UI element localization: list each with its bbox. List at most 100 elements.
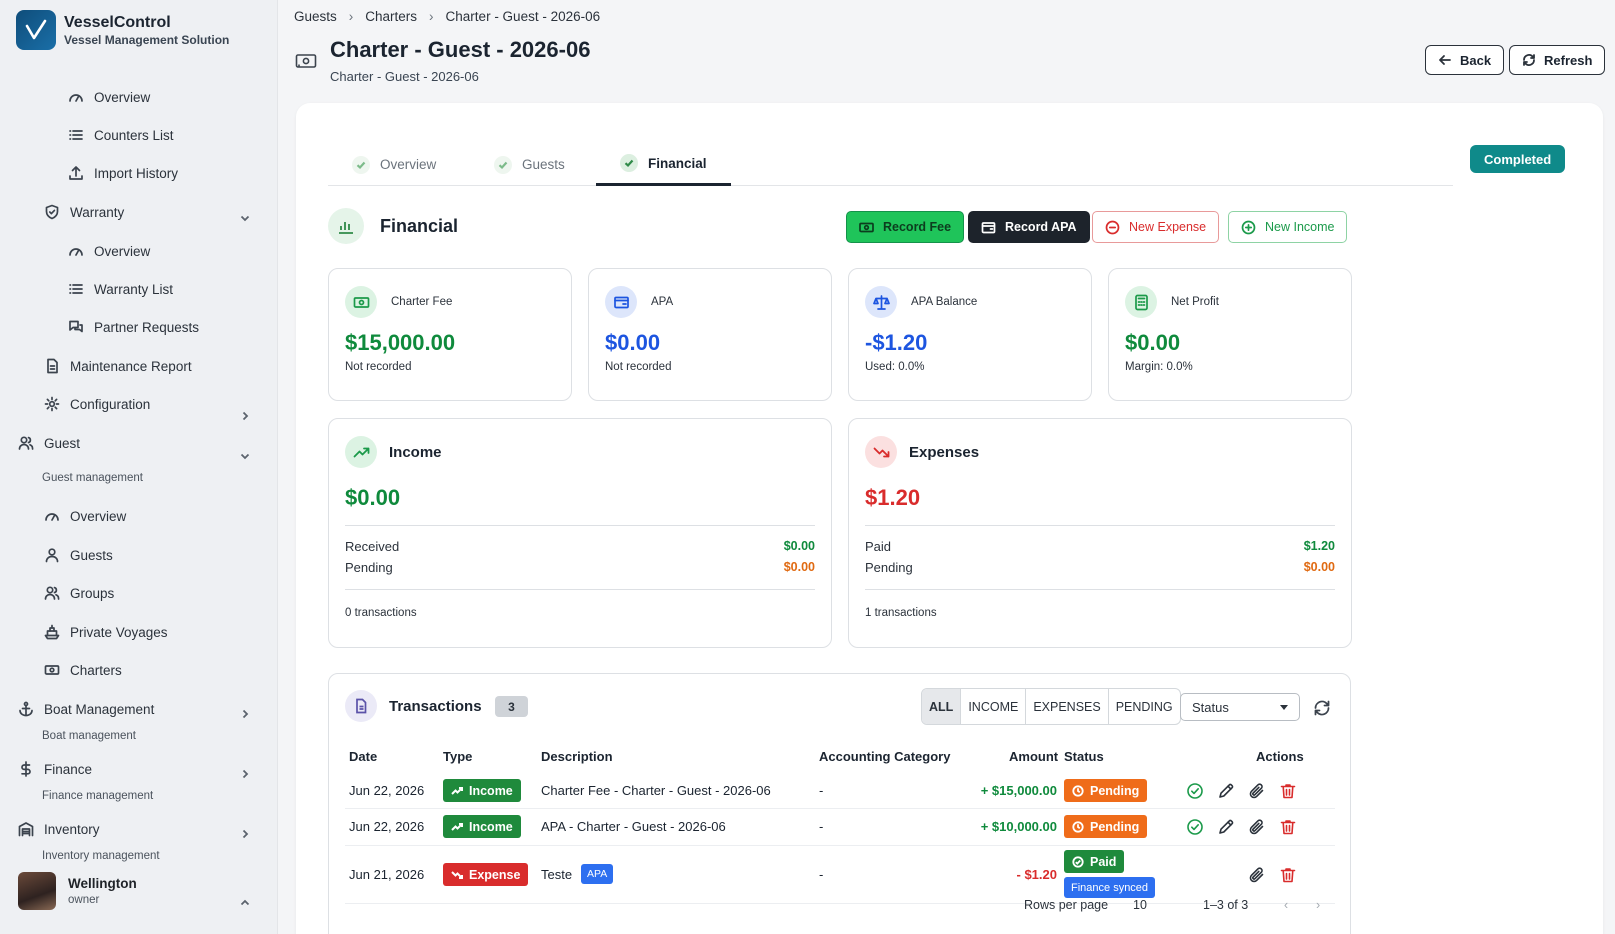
column-header-amount[interactable]: Amount <box>1009 749 1058 764</box>
table-row[interactable]: Jun 22, 2026 Income APA - Charter - Gues… <box>345 809 1335 846</box>
expenses-label: Expenses <box>909 444 980 461</box>
refresh-button-label: Refresh <box>1544 52 1593 68</box>
sidebar-item-guest-overview[interactable]: Overview <box>44 508 126 524</box>
column-header-type[interactable]: Type <box>443 749 472 764</box>
row-category: - <box>819 819 824 834</box>
chevron-right-icon[interactable] <box>239 768 251 780</box>
trend-up-icon <box>451 822 463 831</box>
finance-synced-badge: Finance synced <box>1064 877 1156 898</box>
sidebar-item-warranty-overview[interactable]: Overview <box>68 243 150 259</box>
status-select-value: Status <box>1192 699 1229 715</box>
refresh-icon[interactable] <box>1313 699 1331 717</box>
table-row[interactable]: Jun 21, 2026 Expense Teste APA - - $1.20… <box>345 846 1335 904</box>
filter-pending[interactable]: PENDING <box>1109 689 1180 724</box>
tab-overview[interactable]: Overview <box>352 143 436 186</box>
trash-icon[interactable] <box>1279 866 1297 884</box>
filter-income[interactable]: INCOME <box>961 689 1027 724</box>
column-header-date[interactable]: Date <box>349 749 377 764</box>
sidebar-item-inventory[interactable]: Inventory <box>18 821 100 837</box>
record-fee-label: Record Fee <box>883 220 952 234</box>
sidebar-item-warranty[interactable]: Warranty <box>44 204 124 220</box>
wallet-icon <box>605 286 637 318</box>
approve-icon[interactable] <box>1186 818 1204 836</box>
pagination-range: 1–3 of 3 <box>1203 898 1249 912</box>
chevron-down-icon[interactable] <box>239 212 251 224</box>
trash-icon[interactable] <box>1279 782 1297 800</box>
tab-label: Financial <box>648 155 707 171</box>
back-button[interactable]: Back <box>1425 45 1505 75</box>
sidebar-item-private-voyages[interactable]: Private Voyages <box>44 624 168 640</box>
sidebar-item-sublabel: Inventory management <box>42 850 160 862</box>
record-apa-button[interactable]: Record APA <box>968 211 1090 243</box>
status-label: Pending <box>1090 783 1140 798</box>
expenses-summary-card: Expenses $1.20 Paid $1.20 Pending $0.00 … <box>848 418 1352 648</box>
check-icon <box>620 154 638 172</box>
row-date: Jun 22, 2026 <box>349 819 425 834</box>
breadcrumb-guests[interactable]: Guests <box>294 9 337 24</box>
tab-financial[interactable]: Financial <box>596 143 731 186</box>
chevron-right-icon[interactable] <box>239 410 251 422</box>
record-apa-label: Record APA <box>1005 220 1077 234</box>
sidebar-item-counters-overview[interactable]: Overview <box>68 89 150 105</box>
new-income-button[interactable]: New Income <box>1228 211 1348 243</box>
filter-expenses[interactable]: EXPENSES <box>1026 689 1109 724</box>
table-row[interactable]: Jun 22, 2026 Income Charter Fee - Charte… <box>345 772 1335 809</box>
column-header-actions: Actions <box>1256 749 1304 764</box>
shield-icon <box>45 204 59 220</box>
record-fee-button[interactable]: Record Fee <box>846 211 965 243</box>
rows-per-page-select[interactable]: 10 <box>1133 898 1147 912</box>
gauge-icon <box>69 248 83 256</box>
column-header-status[interactable]: Status <box>1064 749 1104 764</box>
clock-icon <box>1072 784 1084 797</box>
sidebar-item-label: Inventory <box>44 821 100 837</box>
sidebar-item-groups[interactable]: Groups <box>44 585 114 601</box>
sidebar-item-counters-list[interactable]: Counters List <box>68 127 174 143</box>
new-income-label: New Income <box>1265 220 1335 234</box>
sidebar-item-guests[interactable]: Guests <box>44 547 113 563</box>
sidebar-item-boat-management[interactable]: Boat Management <box>18 701 154 717</box>
app-logo <box>16 10 56 50</box>
income-transaction-count: 0 transactions <box>345 607 417 619</box>
edit-icon[interactable] <box>1217 818 1235 836</box>
prev-page-icon[interactable]: ‹ <box>1284 898 1288 912</box>
sidebar-item-sublabel: Guest management <box>42 472 144 484</box>
chevron-down-icon[interactable] <box>239 450 251 462</box>
edit-icon[interactable] <box>1217 782 1235 800</box>
paperclip-icon[interactable] <box>1248 866 1266 884</box>
tab-guests[interactable]: Guests <box>494 143 565 186</box>
column-header-description[interactable]: Description <box>541 749 613 764</box>
sidebar-item-configuration[interactable]: Configuration <box>44 396 150 412</box>
paperclip-icon[interactable] <box>1248 818 1266 836</box>
sidebar-item-guest[interactable]: Guest <box>18 435 80 451</box>
chevron-up-icon[interactable] <box>239 897 251 909</box>
chevron-right-icon[interactable] <box>239 708 251 720</box>
column-header-category[interactable]: Accounting Category <box>819 749 950 764</box>
filter-all[interactable]: ALL <box>922 689 962 724</box>
sidebar-item-label: Groups <box>70 585 115 601</box>
paperclip-icon[interactable] <box>1248 782 1266 800</box>
chevron-right-icon[interactable] <box>239 828 251 840</box>
sidebar-item-warranty-list[interactable]: Warranty List <box>68 281 173 297</box>
sidebar-item-charters[interactable]: Charters <box>44 662 122 678</box>
sidebar-item-maintenance-report[interactable]: Maintenance Report <box>44 358 192 374</box>
user-menu[interactable]: Wellington owner <box>18 872 137 910</box>
breadcrumb-charters[interactable]: Charters <box>365 9 417 24</box>
sidebar-item-label: Finance <box>44 761 93 777</box>
calculator-icon <box>1125 286 1157 318</box>
next-page-icon[interactable]: › <box>1316 898 1320 912</box>
refresh-button[interactable]: Refresh <box>1509 45 1606 75</box>
brand[interactable]: VesselControl Vessel Management Solution <box>16 10 229 50</box>
sidebar-item-label: Maintenance Report <box>70 358 192 374</box>
status-select[interactable]: Status <box>1180 693 1300 721</box>
scale-icon <box>865 286 897 318</box>
sidebar-item-finance[interactable]: Finance <box>18 761 92 777</box>
approve-icon[interactable] <box>1186 782 1204 800</box>
page-subtitle: Charter - Guest - 2026-06 <box>330 69 479 84</box>
new-expense-button[interactable]: New Expense <box>1092 211 1220 243</box>
sidebar-item-label: Boat Management <box>44 701 155 717</box>
breadcrumb-separator: › <box>348 9 354 24</box>
sidebar-item-partner-requests[interactable]: Partner Requests <box>68 319 199 335</box>
trash-icon[interactable] <box>1279 818 1297 836</box>
sidebar-item-import-history[interactable]: Import History <box>68 165 178 181</box>
gauge-icon <box>69 94 83 102</box>
